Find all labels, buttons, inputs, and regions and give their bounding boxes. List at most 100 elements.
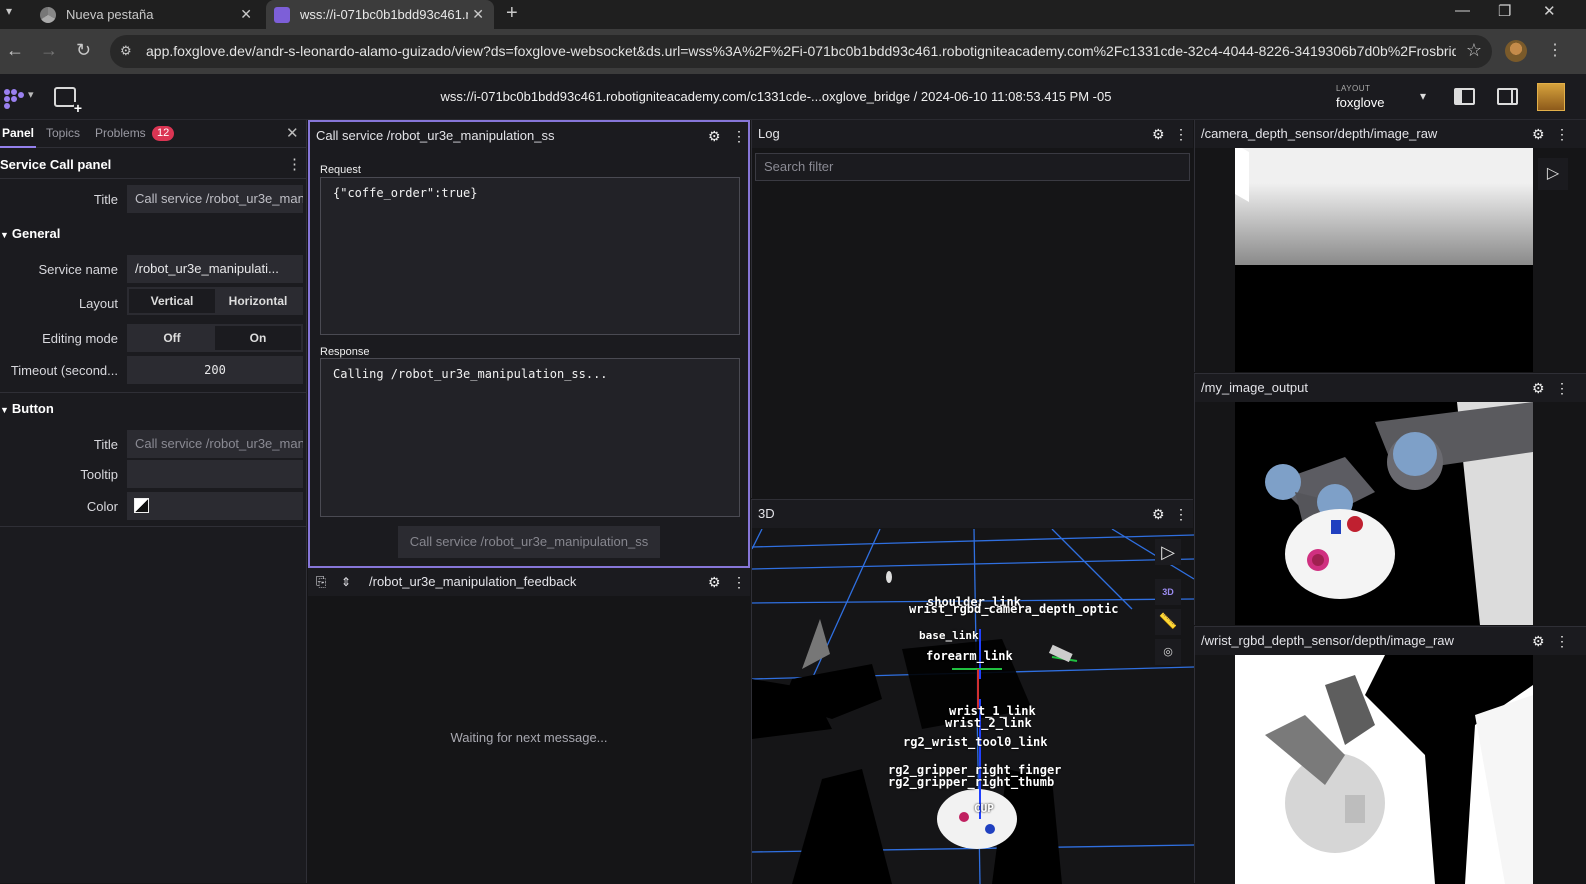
raw-messages-panel: ⎘ ⇕ /robot_ur3e_manipulation_feedback ⚙ … <box>308 568 750 883</box>
foxglove-favicon-icon <box>274 6 290 23</box>
panel-menu-icon[interactable]: ⋮ <box>1555 627 1569 655</box>
service-name-label: Service name <box>38 262 118 277</box>
frame-label: wrist_rgbd_camera_depth_optic <box>909 602 1119 616</box>
new-tab-icon[interactable]: + <box>506 2 518 25</box>
select-cursor-icon[interactable]: ▷ <box>1538 158 1568 190</box>
title-input[interactable]: Call service /robot_ur3e_manipulation_ss <box>127 185 303 213</box>
tab-problems[interactable]: Problems <box>95 126 146 140</box>
title-label: Title <box>93 192 118 207</box>
tab-search-icon[interactable]: ▾ <box>6 4 12 18</box>
user-avatar[interactable] <box>1537 83 1565 111</box>
close-tab-icon[interactable]: ✕ <box>240 6 252 23</box>
reload-icon[interactable]: ↻ <box>76 40 91 61</box>
browser-toolbar: ← → ↻ ⚙ app.foxglove.dev/andr-s-leonardo… <box>0 29 1586 74</box>
copy-icon[interactable]: ⎘ <box>316 568 326 596</box>
panel-title: /my_image_output <box>1201 380 1308 395</box>
response-output: Calling /robot_ur3e_manipulation_ss... <box>320 358 740 517</box>
app-bar: ▾ wss://i-071bc0b1bdd93c461.robotignitea… <box>0 74 1586 120</box>
panel-menu-icon[interactable]: ⋮ <box>1555 120 1569 148</box>
left-sidebar: Panel Topics Problems 12 ✕ Service Call … <box>0 120 307 883</box>
ruler-icon[interactable]: 📏 <box>1155 609 1181 635</box>
address-bar[interactable]: ⚙ app.foxglove.dev/andr-s-leonardo-alamo… <box>110 35 1492 68</box>
panel-header: Log ⚙ ⋮ <box>752 120 1193 148</box>
call-service-button[interactable]: Call service /robot_ur3e_manipulation_ss <box>398 526 660 558</box>
tab-label: Nueva pestaña <box>66 7 154 22</box>
minimize-icon[interactable]: — <box>1455 2 1470 19</box>
gear-icon[interactable]: ⚙ <box>1532 374 1545 402</box>
output-image[interactable] <box>1235 402 1533 625</box>
sidebar-tabs: Panel Topics Problems 12 ✕ <box>0 120 307 148</box>
tab-label: wss://i-071bc0b1bdd93c461.rol <box>300 7 468 22</box>
panel-menu-icon[interactable]: ⋮ <box>1174 120 1188 148</box>
chevron-down-icon: ▼ <box>0 405 9 415</box>
waiting-status: Waiting for next message... <box>450 730 608 745</box>
log-search-input[interactable]: Search filter <box>755 153 1190 181</box>
service-call-panel: Call service /robot_ur3e_manipulation_ss… <box>308 120 750 568</box>
depth-edge <box>1235 148 1249 203</box>
tab-panel[interactable]: Panel <box>0 126 37 148</box>
panel-menu-icon[interactable]: ⋮ <box>732 568 746 596</box>
settings-menu-icon[interactable]: ⋮ <box>287 155 302 173</box>
gear-icon[interactable]: ⚙ <box>1152 500 1165 528</box>
tab-topics[interactable]: Topics <box>46 126 80 140</box>
editing-on-option[interactable]: On <box>215 326 301 350</box>
browser-tab-new[interactable]: Nueva pestaña ✕ <box>30 0 262 29</box>
close-window-icon[interactable]: ✕ <box>1543 2 1556 20</box>
browser-tab-foxglove[interactable]: wss://i-071bc0b1bdd93c461.rol ✕ <box>266 0 494 29</box>
bookmark-star-icon[interactable]: ☆ <box>1466 40 1482 61</box>
panel-menu-icon[interactable]: ⋮ <box>732 122 746 150</box>
panel-header: Call service /robot_ur3e_manipulation_ss… <box>310 122 748 150</box>
panel-menu-icon[interactable]: ⋮ <box>1555 374 1569 402</box>
3d-viewport[interactable]: shoulder_link wrist_rgbd_camera_depth_op… <box>752 529 1194 884</box>
3d-mode-button[interactable]: 3D <box>1155 579 1181 605</box>
gear-icon[interactable]: ⚙ <box>1532 120 1545 148</box>
site-info-icon[interactable]: ⚙ <box>120 43 132 59</box>
expand-collapse-icon[interactable]: ⇕ <box>341 568 351 596</box>
button-section-header[interactable]: ▼ Button <box>0 401 54 416</box>
color-label: Color <box>86 499 118 514</box>
close-tab-icon[interactable]: ✕ <box>472 6 484 23</box>
select-cursor-icon[interactable]: ▷ <box>1155 539 1181 565</box>
back-icon[interactable]: ← <box>6 40 24 61</box>
wrist-depth-image[interactable] <box>1235 655 1533 884</box>
browser-menu-icon[interactable]: ⋮ <box>1547 40 1563 60</box>
layout-name[interactable]: foxglove <box>1336 95 1384 110</box>
profile-avatar[interactable] <box>1505 40 1527 62</box>
camera-depth-image[interactable] <box>1235 148 1533 372</box>
panel-menu-icon[interactable]: ⋮ <box>1174 500 1188 528</box>
restore-icon[interactable]: ❐ <box>1498 2 1511 20</box>
button-title-label: Title <box>93 437 118 452</box>
publish-point-icon[interactable]: ◎ <box>1155 639 1181 665</box>
topic-path[interactable]: /robot_ur3e_manipulation_feedback <box>369 568 576 596</box>
color-swatch[interactable] <box>134 498 149 513</box>
layout-horizontal-option[interactable]: Horizontal <box>215 289 301 313</box>
editing-off-option[interactable]: Off <box>129 326 215 350</box>
left-sidebar-toggle-icon[interactable] <box>1454 88 1475 105</box>
general-section-header[interactable]: ▼ General <box>0 226 60 241</box>
layout-chevron-down-icon[interactable]: ▾ <box>1420 89 1426 103</box>
right-sidebar-toggle-icon[interactable] <box>1497 88 1518 105</box>
tooltip-input[interactable] <box>127 460 303 488</box>
gear-icon[interactable]: ⚙ <box>708 122 721 150</box>
chrome-icon <box>40 6 56 23</box>
layout-vertical-option[interactable]: Vertical <box>129 289 215 313</box>
url-text[interactable]: app.foxglove.dev/andr-s-leonardo-alamo-g… <box>146 43 1456 59</box>
button-title-input[interactable]: Call service /robot_ur3e_manipulation_ss <box>127 430 303 458</box>
depth-gradient <box>1235 148 1533 265</box>
divider <box>0 392 307 393</box>
gear-icon[interactable]: ⚙ <box>708 568 721 596</box>
panel-header: 3D ⚙ ⋮ <box>752 500 1193 528</box>
editing-mode-label: Editing mode <box>42 331 118 346</box>
frame-label: rg2_gripper_right_thumb <box>888 775 1055 789</box>
gear-icon[interactable]: ⚙ <box>1152 120 1165 148</box>
timeout-input[interactable]: 200 <box>127 356 303 384</box>
gear-icon[interactable]: ⚙ <box>1532 627 1545 655</box>
panel-title: 3D <box>758 506 775 521</box>
layout-caption: LAYOUT <box>1336 84 1371 93</box>
service-name-input[interactable]: /robot_ur3e_manipulati... <box>127 255 303 283</box>
color-input[interactable] <box>127 492 303 520</box>
request-editor[interactable]: {"coffe_order":true} <box>320 177 740 335</box>
forward-icon[interactable]: → <box>40 40 58 61</box>
close-sidebar-icon[interactable]: ✕ <box>286 124 299 142</box>
response-label: Response <box>320 346 370 358</box>
